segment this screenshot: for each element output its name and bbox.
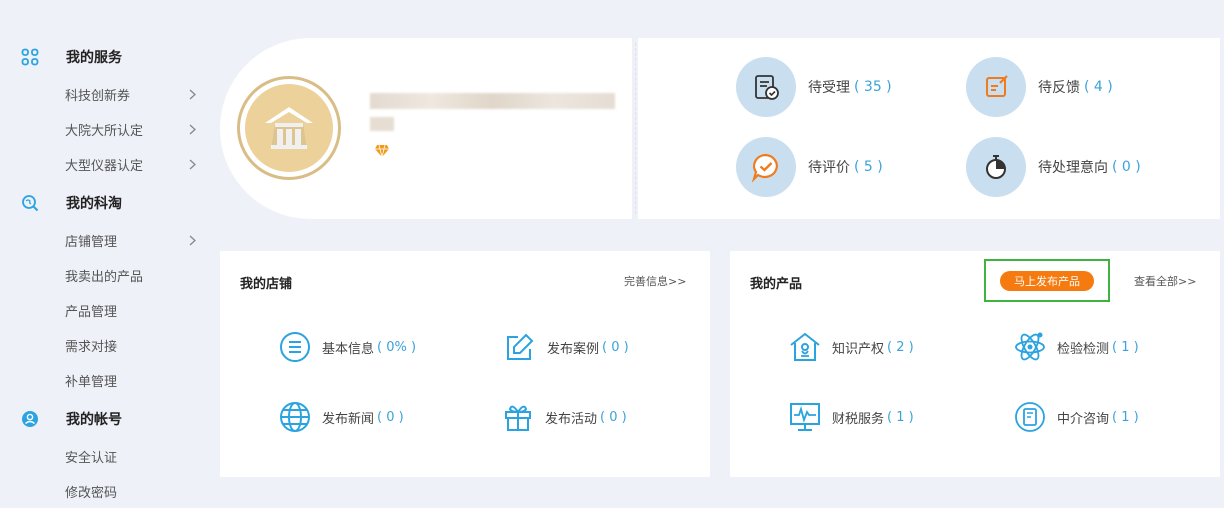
status-label: 待受理 [808, 80, 850, 96]
item-count: ( 0 ) [377, 409, 404, 425]
item-count: ( 0% ) [377, 339, 417, 355]
status-pending-feedback[interactable]: 待反馈 ( 4 ) [966, 57, 1113, 117]
chevron-right-icon [187, 84, 197, 104]
item-count: ( 1 ) [1112, 339, 1139, 355]
shop-publish-news[interactable]: 发布新闻 ( 0 ) [278, 400, 404, 434]
edit-note-icon [966, 57, 1026, 117]
sidebar-item-tech-voucher[interactable]: 科技创新券 [65, 84, 197, 104]
product-finance-tax[interactable]: 财税服务 ( 1 ) [788, 400, 914, 434]
view-all-link[interactable]: 查看全部>> [1134, 273, 1196, 289]
item-label: 发布案例 [547, 341, 600, 357]
section-my-ketao[interactable]: 我的科淘 [20, 191, 122, 215]
sidebar-item-reorder-management[interactable]: 补单管理 [65, 370, 197, 390]
status-count: ( 0 ) [1112, 159, 1141, 175]
sidebar-item-institute-cert[interactable]: 大院大所认定 [65, 119, 197, 139]
item-count: ( 0 ) [600, 409, 627, 425]
status-count: ( 4 ) [1084, 79, 1113, 95]
publish-highlight-frame: 马上发布产品 [984, 259, 1110, 302]
item-label: 知识产权 [832, 341, 885, 357]
sidebar-item-change-password[interactable]: 修改密码 [65, 481, 197, 501]
item-count: ( 1 ) [1112, 409, 1139, 425]
section-my-services[interactable]: 我的服务 [20, 45, 122, 69]
sidebar: 我的服务 科技创新券 大院大所认定 大型仪器认定 我的科淘 店铺管理 我卖出的产… [0, 0, 212, 508]
sidebar-item-security-auth[interactable]: 安全认证 [65, 446, 197, 466]
chat-check-icon [736, 137, 796, 197]
chevron-right-icon [187, 230, 197, 250]
monitor-chart-icon [788, 400, 822, 434]
username-blurred [370, 93, 615, 109]
atom-icon [1013, 330, 1047, 364]
shop-publish-case[interactable]: 发布案例 ( 0 ) [503, 330, 629, 364]
shop-publish-event[interactable]: 发布活动 ( 0 ) [501, 400, 627, 434]
status-label: 待反馈 [1038, 80, 1080, 96]
stopwatch-icon [966, 137, 1026, 197]
sidebar-item-label: 安全认证 [65, 450, 118, 466]
user-info-blurred [370, 117, 394, 131]
section-title: 我的服务 [66, 50, 122, 66]
item-label: 中介咨询 [1057, 411, 1110, 427]
sidebar-item-demand-matching[interactable]: 需求对接 [65, 335, 197, 355]
my-products-card: 我的产品 马上发布产品 查看全部>> 知识产权 ( 2 ) 检验检测 ( 1 )… [730, 251, 1220, 477]
item-label: 检验检测 [1057, 341, 1110, 357]
status-pending-review[interactable]: 待评价 ( 5 ) [736, 137, 883, 197]
status-count: ( 5 ) [854, 159, 883, 175]
list-circle-icon [278, 330, 312, 364]
status-label: 待评价 [808, 160, 850, 176]
sidebar-item-label: 大型仪器认定 [65, 158, 144, 174]
sidebar-item-label: 产品管理 [65, 304, 118, 320]
my-shop-card: 我的店铺 完善信息>> 基本信息 ( 0% ) 发布案例 ( 0 ) 发布新闻 … [220, 251, 710, 477]
globe-icon [278, 400, 312, 434]
section-title: 我的科淘 [66, 196, 122, 212]
item-count: ( 1 ) [887, 409, 914, 425]
status-label: 待处理意向 [1038, 160, 1108, 176]
sidebar-item-instrument-cert[interactable]: 大型仪器认定 [65, 154, 197, 174]
status-card: 待受理 ( 35 ) 待反馈 ( 4 ) 待评价 ( 5 ) 待处理意向 ( 0… [638, 38, 1220, 219]
sidebar-item-label: 店铺管理 [65, 234, 118, 250]
status-pending-intention[interactable]: 待处理意向 ( 0 ) [966, 137, 1141, 197]
product-agency-consulting[interactable]: 中介咨询 ( 1 ) [1013, 400, 1139, 434]
item-label: 发布新闻 [322, 411, 375, 427]
chevron-right-icon [187, 154, 197, 174]
user-icon [20, 409, 40, 429]
chevron-right-icon [187, 119, 197, 139]
search-globe-icon [20, 193, 40, 213]
edit-icon [503, 330, 537, 364]
sidebar-item-product-management[interactable]: 产品管理 [65, 300, 197, 320]
section-title: 我的帐号 [66, 412, 122, 428]
avatar[interactable] [237, 76, 341, 180]
sidebar-item-label: 补单管理 [65, 374, 118, 390]
diamond-icon [374, 143, 390, 158]
sidebar-item-label: 修改密码 [65, 485, 118, 501]
item-label: 发布活动 [545, 411, 598, 427]
consult-doc-icon [1013, 400, 1047, 434]
status-pending-acceptance[interactable]: 待受理 ( 35 ) [736, 57, 892, 117]
item-label: 基本信息 [322, 341, 375, 357]
sidebar-item-label: 需求对接 [65, 339, 118, 355]
gift-icon [501, 400, 535, 434]
section-my-account[interactable]: 我的帐号 [20, 407, 122, 431]
sidebar-item-label: 我卖出的产品 [65, 269, 144, 285]
card-title: 我的店铺 [240, 277, 293, 292]
profile-card [220, 38, 632, 219]
card-divider [635, 38, 636, 219]
sidebar-item-label: 大院大所认定 [65, 123, 144, 139]
item-count: ( 0 ) [602, 339, 629, 355]
institution-icon [245, 84, 333, 172]
sidebar-item-sold-products[interactable]: 我卖出的产品 [65, 265, 197, 285]
item-count: ( 2 ) [887, 339, 914, 355]
product-inspection-testing[interactable]: 检验检测 ( 1 ) [1013, 330, 1139, 364]
sidebar-item-label: 科技创新券 [65, 88, 131, 104]
grid-icon [20, 47, 40, 67]
product-intellectual-property[interactable]: 知识产权 ( 2 ) [788, 330, 914, 364]
item-label: 财税服务 [832, 411, 885, 427]
card-title: 我的产品 [750, 277, 803, 292]
house-ip-icon [788, 330, 822, 364]
document-check-icon [736, 57, 796, 117]
publish-product-button[interactable]: 马上发布产品 [1000, 271, 1094, 291]
complete-info-link[interactable]: 完善信息>> [624, 273, 686, 289]
status-count: ( 35 ) [854, 79, 892, 95]
sidebar-item-shop-management[interactable]: 店铺管理 [65, 230, 197, 250]
shop-basic-info[interactable]: 基本信息 ( 0% ) [278, 330, 416, 364]
